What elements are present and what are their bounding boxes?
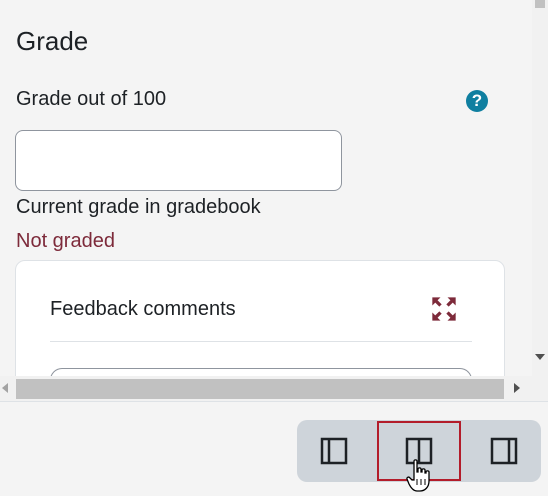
layout-left-panel-icon [320, 437, 347, 465]
vertical-scroll-thumb[interactable] [535, 0, 545, 8]
grade-out-of-label: Grade out of 100 [16, 88, 167, 110]
hand-pointer-cursor-icon [406, 459, 430, 492]
scrollbar-corner [532, 376, 548, 401]
horizontal-scrollbar[interactable] [0, 376, 532, 401]
scroll-left-arrow-icon[interactable] [2, 383, 8, 393]
section-title: Grade [16, 26, 89, 56]
layout-right-panel-icon [491, 437, 518, 465]
scroll-down-arrow-icon[interactable] [535, 354, 545, 360]
footer-divider [0, 401, 548, 402]
grade-panel: Grade Grade out of 100 ? Current grade i… [0, 0, 532, 376]
vertical-scrollbar[interactable] [532, 0, 548, 376]
current-grade-label: Current grade in gradebook [16, 196, 261, 218]
grade-input[interactable] [15, 130, 342, 191]
horizontal-scroll-thumb[interactable] [16, 379, 504, 399]
feedback-title: Feedback comments [50, 298, 236, 320]
scroll-right-arrow-icon[interactable] [514, 383, 520, 393]
feedback-editor[interactable] [50, 368, 472, 376]
help-icon[interactable]: ? [466, 90, 488, 112]
feedback-card: Feedback comments [15, 260, 505, 376]
current-grade-value: Not graded [16, 230, 115, 252]
card-divider [50, 341, 472, 342]
layout-left-button[interactable] [304, 424, 364, 478]
layout-right-button[interactable] [474, 424, 534, 478]
fullscreen-expand-icon[interactable] [430, 295, 458, 323]
